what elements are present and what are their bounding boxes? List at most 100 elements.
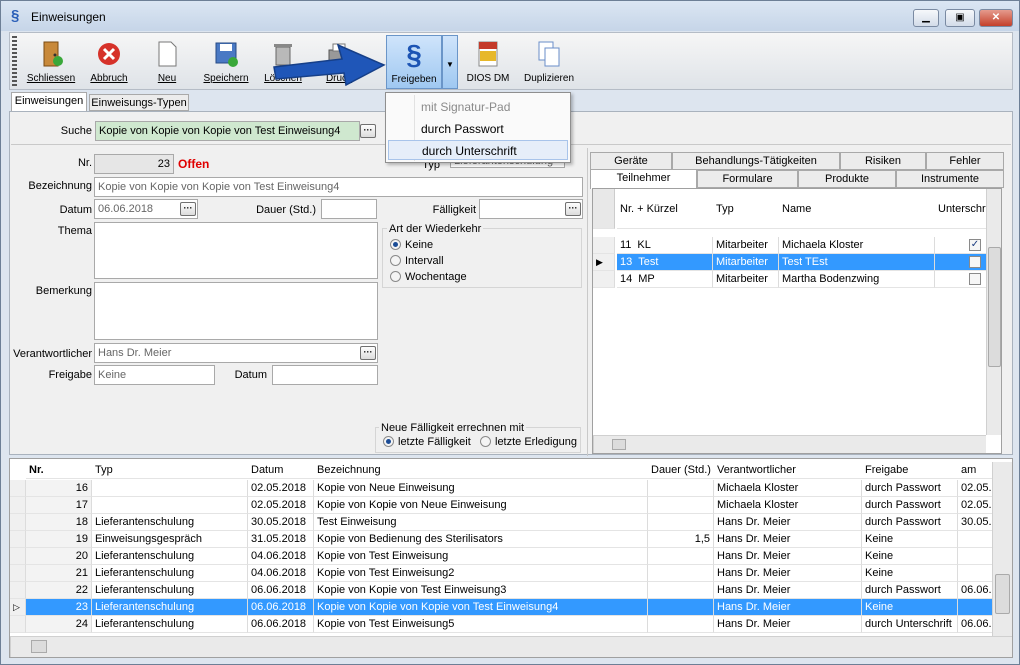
maximize-button[interactable]: ▣ (945, 9, 975, 27)
release-dropdown-button[interactable]: ▼ (442, 35, 458, 89)
cell-datum: 06.06.2018 (248, 599, 314, 616)
datum-picker-button[interactable]: ··· (180, 202, 196, 216)
col-header-nr[interactable]: Nr. (26, 462, 92, 479)
table-scroll-thumb[interactable] (995, 574, 1010, 614)
duplicate-button[interactable]: Duplizieren (518, 35, 580, 89)
col-header-verantwortlicher[interactable]: Verantwortlicher (714, 462, 862, 479)
new-button[interactable]: Neu (144, 35, 190, 89)
cell-typ: Lieferantenschulung (92, 582, 248, 599)
table-row[interactable]: 16 02.05.2018 Kopie von Neue Einweisung Mic… (10, 480, 1012, 497)
search-browse-button[interactable]: ··· (360, 124, 376, 138)
tab-teilnehmer[interactable]: Teilnehmer (590, 169, 697, 189)
table-row[interactable]: 17 02.05.2018 Kopie von Kopie von Neue Ein… (10, 497, 1012, 514)
cell-nr-kuerzel: 13 Test (617, 254, 713, 271)
col-header-freigabe[interactable]: Freigabe (862, 462, 958, 479)
cell-verantwortlicher: Michaela Kloster (714, 497, 862, 514)
cell-typ: Lieferantenschulung (92, 565, 248, 582)
col-header-datum[interactable]: Datum (248, 462, 314, 479)
faelligkeit-picker-button[interactable]: ··· (565, 202, 581, 216)
verantwortlicher-field[interactable]: Hans Dr. Meier (94, 343, 378, 363)
tab-instrumente[interactable]: Instrumente (896, 170, 1004, 188)
menu-item-passwort[interactable]: durch Passwort (388, 119, 568, 139)
tab-geraete[interactable]: Geräte (590, 152, 672, 170)
minimize-button[interactable]: ▁ (913, 9, 939, 27)
row-header (593, 237, 615, 254)
verantwortlicher-browse-button[interactable]: ··· (360, 346, 376, 360)
col-header-bezeichnung[interactable]: Bezeichnung (314, 462, 648, 479)
dauer-spinner[interactable] (321, 199, 377, 219)
tab-fehler[interactable]: Fehler (926, 152, 1004, 170)
freigabe-datum-label: Datum (234, 369, 267, 381)
bemerkung-field[interactable] (94, 282, 378, 340)
tab-behandlungs-taetigkeiten[interactable]: Behandlungs-Tätigkeiten (672, 152, 840, 170)
tab-einweisungen[interactable]: Einweisungen (11, 92, 87, 111)
tab-formulare[interactable]: Formulare (697, 170, 798, 188)
release-button[interactable]: § Freigeben (386, 35, 442, 89)
cell-typ: Einweisungsgespräch (92, 531, 248, 548)
cell-nr: 24 (26, 616, 92, 633)
participants-vscrollbar[interactable] (986, 189, 1001, 435)
menu-item-signatur-pad[interactable]: mit Signatur-Pad (388, 97, 568, 117)
cell-verantwortlicher: Hans Dr. Meier (714, 531, 862, 548)
table-hscrollbar[interactable] (10, 636, 1012, 657)
table-hscroll-thumb[interactable] (31, 640, 47, 653)
search-input[interactable]: Kopie von Kopie von Kopie von Test Einwe… (95, 121, 360, 141)
col-header-typ[interactable]: Typ (92, 462, 248, 479)
save-button[interactable]: Speichern (200, 35, 252, 89)
tab-produkte[interactable]: Produkte (798, 170, 896, 188)
thema-label: Thema (57, 225, 92, 237)
pointer-arrow-icon (273, 43, 386, 87)
cell-bezeichnung: Kopie von Kopie von Test Einweisung3 (314, 582, 648, 599)
menu-item-unterschrift[interactable]: durch Unterschrift (388, 140, 568, 160)
close-form-button[interactable]: Schliessen (26, 35, 76, 89)
cancel-button[interactable]: Abbruch (84, 35, 134, 89)
cell-freigabe: Keine (862, 548, 958, 565)
cell-typ: Mitarbeiter (713, 237, 779, 254)
table-row[interactable]: 20 Lieferantenschulung 04.06.2018 Kopie von… (10, 548, 1012, 565)
participants-hscrollbar[interactable] (593, 435, 986, 453)
table-row[interactable]: 18 Lieferantenschulung 30.05.2018 Test Einw… (10, 514, 1012, 531)
cell-freigabe: durch Passwort (862, 514, 958, 531)
wiederkehr-label: Art der Wiederkehr (387, 223, 484, 235)
nf-letzte-erledigung-radio[interactable] (480, 436, 491, 447)
signed-checkbox[interactable]: ✓ (969, 239, 981, 251)
participant-row[interactable]: 14 MP Mitarbeiter Martha Bodenzwing (593, 271, 1001, 288)
col-header-nr[interactable]: Nr. + Kürzel (617, 189, 713, 229)
table-row[interactable]: ▷ 23 Lieferantenschulung 06.06.2018 Kopie vo… (10, 599, 1012, 616)
signed-checkbox[interactable] (969, 256, 981, 268)
participants-grid: Nr. + Kürzel Typ Name Unterschri 11 KL Mit… (592, 188, 1002, 454)
row-header (10, 480, 26, 497)
table-row[interactable]: 22 Lieferantenschulung 06.06.2018 Kopie von… (10, 582, 1012, 599)
einweisungen-table: Nr. Typ Datum Bezeichnung Dauer (Std.) V… (9, 458, 1013, 658)
cell-freigabe: durch Passwort (862, 582, 958, 599)
hscroll-thumb[interactable] (612, 439, 626, 450)
col-header-unterschrift[interactable]: Unterschri (935, 189, 987, 229)
dios-dm-button[interactable]: DIOS DM (462, 35, 514, 89)
cell-nr: 19 (26, 531, 92, 548)
participant-row[interactable]: ▶ 13 Test Mitarbeiter Test TEst (593, 254, 1001, 271)
tab-risiken[interactable]: Risiken (840, 152, 926, 170)
table-row[interactable]: 21 Lieferantenschulung 04.06.2018 Kopie von… (10, 565, 1012, 582)
thema-field[interactable] (94, 222, 378, 279)
scroll-thumb[interactable] (988, 247, 1001, 367)
table-vscrollbar[interactable] (992, 462, 1012, 636)
close-button[interactable]: ✕ (979, 9, 1013, 27)
freigabe-field: Keine (94, 365, 215, 385)
tab-einweisungs-typen[interactable]: Einweisungs-Typen (89, 94, 189, 111)
wk-intervall-radio[interactable] (390, 255, 401, 266)
toolbar: Schliessen Abbruch Neu Speichern Löschen… (9, 32, 1013, 90)
duplicate-icon (538, 41, 560, 67)
wk-wochentage-radio[interactable] (390, 271, 401, 282)
table-row[interactable]: 24 Lieferantenschulung 06.06.2018 Kopie von… (10, 616, 1012, 633)
participant-row[interactable]: 11 KL Mitarbeiter Michaela Kloster ✓ (593, 237, 1001, 254)
signed-checkbox[interactable] (969, 273, 981, 285)
wk-keine-radio[interactable] (390, 239, 401, 250)
col-header-dauer[interactable]: Dauer (Std.) (648, 462, 714, 479)
col-header-am[interactable]: am (958, 462, 994, 479)
table-row[interactable]: 19 Einweisungsgespräch 31.05.2018 Kopie von… (10, 531, 1012, 548)
bezeichnung-field[interactable]: Kopie von Kopie von Kopie von Test Einwe… (94, 177, 583, 197)
col-header-typ[interactable]: Typ (713, 189, 779, 229)
nf-letzte-faelligkeit-radio[interactable] (383, 436, 394, 447)
cell-freigabe: durch Unterschrift (862, 616, 958, 633)
col-header-name[interactable]: Name (779, 189, 935, 229)
